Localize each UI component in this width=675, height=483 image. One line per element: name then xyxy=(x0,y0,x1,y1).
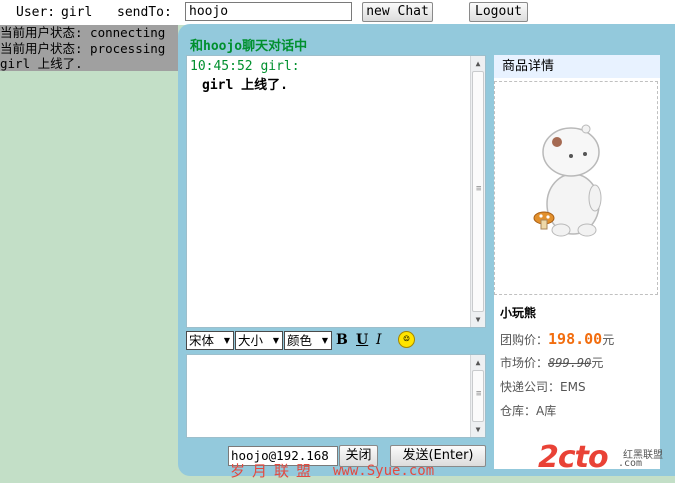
chevron-down-icon: ▼ xyxy=(223,336,230,345)
group-price-row: 团购价：198.00元 xyxy=(500,330,614,348)
scroll-down-icon[interactable]: ▼ xyxy=(472,313,484,326)
market-price-label: 市场价： xyxy=(500,356,549,370)
sendto-input[interactable] xyxy=(185,2,352,21)
user-name: girl xyxy=(61,5,93,20)
input-scrollbar[interactable]: ▲ ≡ ▼ xyxy=(470,355,485,437)
message-input[interactable]: ▲ ≡ ▼ xyxy=(186,354,486,438)
watermark-url: www.Syue.com xyxy=(333,463,435,479)
message-scrollbar[interactable]: ▲ ≡ ▼ xyxy=(470,56,485,327)
message-header: 10:45:52 girl: xyxy=(190,59,300,74)
product-panel-title: 商品详情 xyxy=(494,55,660,78)
underline-button[interactable]: U xyxy=(356,332,368,348)
new-chat-button[interactable]: new Chat xyxy=(362,2,433,22)
user-label: User: xyxy=(16,5,56,20)
group-price-label: 团购价： xyxy=(500,333,549,347)
product-image xyxy=(494,81,658,295)
message-body: girl 上线了. xyxy=(202,78,288,93)
chat-window: 和hoojo聊天对话中 10:45:52 girl: girl 上线了. ▲ ≡… xyxy=(178,24,675,476)
status-log: 当前用户状态: connecting 当前用户状态: processing gi… xyxy=(0,25,178,71)
market-price-value: 899.90 xyxy=(548,356,592,370)
watermark-cn: 岁月联盟 xyxy=(230,462,319,480)
status-line: 当前用户状态: processing xyxy=(0,40,166,56)
message-area: 10:45:52 girl: girl 上线了. ▲ ≡ ▼ xyxy=(186,55,486,328)
watermark-logo: 2cto xyxy=(538,440,609,475)
product-name: 小玩熊 xyxy=(500,306,537,320)
scroll-up-icon[interactable]: ▲ xyxy=(472,57,484,70)
smiley-icon[interactable]: ☺ xyxy=(398,331,415,348)
watermark-logo-url: .com xyxy=(618,458,643,469)
format-toolbar: 宋体 ▼ 大小 ▼ 颜色 ▼ B U I ☺ xyxy=(186,331,486,351)
status-line: 当前用户状态: connecting xyxy=(0,25,166,40)
warehouse-row: 仓库：A库 xyxy=(500,402,556,419)
grip-icon: ≡ xyxy=(476,389,482,399)
courier-label: 快递公司： xyxy=(500,380,561,394)
market-price-row: 市场价：899.90元 xyxy=(500,354,603,371)
status-line: girl 上线了. xyxy=(0,56,83,71)
market-price-unit: 元 xyxy=(591,356,604,370)
courier-row: 快递公司：EMS xyxy=(500,378,586,395)
grip-icon: ≡ xyxy=(476,184,482,194)
sendto-label: sendTo: xyxy=(117,5,172,20)
color-select-value: 颜色 xyxy=(287,333,313,348)
bold-button[interactable]: B xyxy=(336,332,348,348)
warehouse-label: 仓库： xyxy=(500,404,537,418)
chevron-down-icon: ▼ xyxy=(321,336,328,345)
scroll-down-icon[interactable]: ▼ xyxy=(472,423,484,436)
bear-icon xyxy=(533,124,602,237)
product-panel: 商品详情 小玩熊 团购价：198.00元 市场价：899.90元 快递公司：EM… xyxy=(494,55,660,469)
italic-button[interactable]: I xyxy=(376,332,382,348)
scroll-up-icon[interactable]: ▲ xyxy=(472,356,484,369)
size-select[interactable]: 大小 ▼ xyxy=(235,331,283,350)
color-select[interactable]: 颜色 ▼ xyxy=(284,331,332,350)
scroll-thumb[interactable]: ≡ xyxy=(472,71,484,312)
top-bar: User: girl sendTo: new Chat Logout xyxy=(0,0,675,25)
size-select-value: 大小 xyxy=(238,333,264,348)
group-price-unit: 元 xyxy=(602,333,615,347)
chat-window-title: 和hoojo聊天对话中 xyxy=(190,39,308,54)
group-price-value: 198.00 xyxy=(548,330,603,348)
courier-value: EMS xyxy=(560,380,586,394)
logout-button[interactable]: Logout xyxy=(469,2,528,22)
warehouse-value: A库 xyxy=(536,404,557,418)
scroll-thumb[interactable]: ≡ xyxy=(472,370,484,422)
font-select[interactable]: 宋体 ▼ xyxy=(186,331,234,350)
font-select-value: 宋体 xyxy=(189,333,215,348)
chevron-down-icon: ▼ xyxy=(272,336,279,345)
